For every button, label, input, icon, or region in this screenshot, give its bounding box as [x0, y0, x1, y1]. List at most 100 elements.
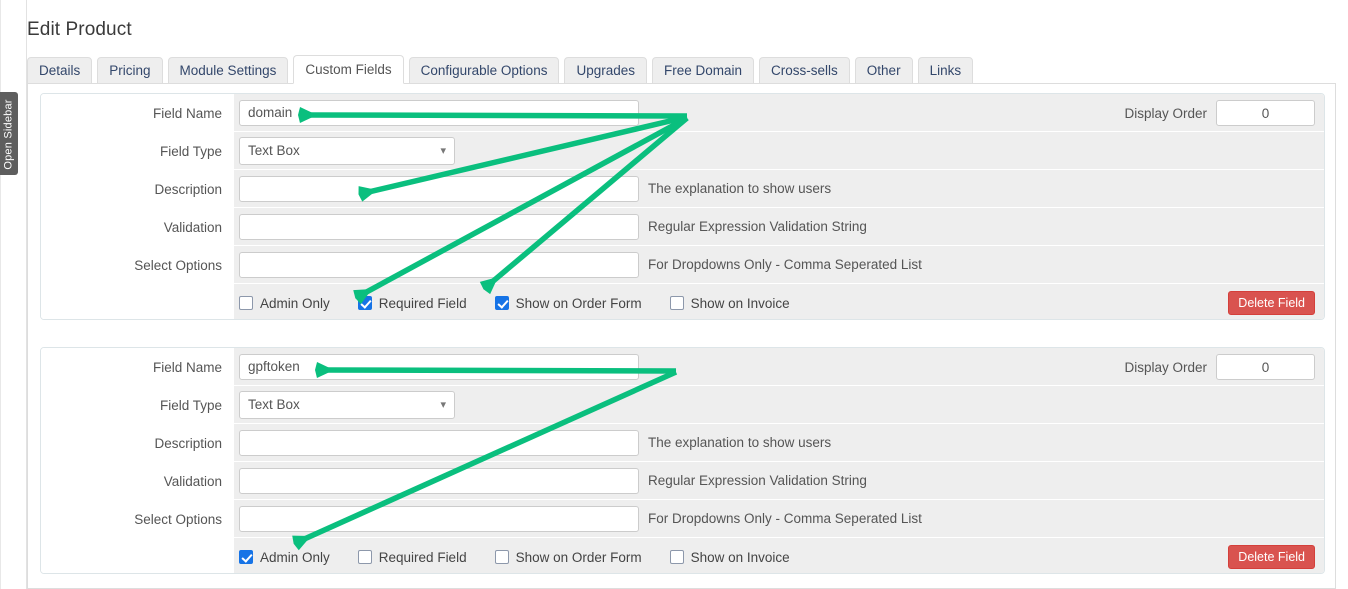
tab-custom-fields[interactable]: Custom Fields [293, 55, 404, 84]
page-root: Open Sidebar Edit Product Details Pricing… [0, 0, 1348, 589]
delete-field-button[interactable]: Delete Field [1228, 291, 1315, 315]
custom-field-panel: Field Name Display Order Field Type Text… [40, 93, 1325, 320]
checkbox-admin-only-box[interactable] [239, 550, 253, 564]
validation-input[interactable] [239, 467, 639, 494]
field-row-select-options: Select Options For Dropdowns Only - Comm… [41, 500, 1324, 538]
field-row-validation: Validation Regular Expression Validation… [41, 208, 1324, 246]
field-type-select[interactable]: Text Box ▾ [239, 390, 455, 419]
display-order-group: Display Order [1124, 348, 1315, 386]
checkbox-show-on-order-form-label: Show on Order Form [515, 295, 642, 311]
custom-field-panel: Field Name Display Order Field Type Text… [40, 347, 1325, 574]
checkbox-show-on-order-form[interactable]: Show on Order Form [494, 295, 642, 311]
field-row-options: Admin Only Required Field Show on Order … [41, 538, 1324, 573]
checkbox-group: Admin Only Required Field Show on Order … [239, 296, 818, 311]
field-name-input[interactable] [239, 353, 639, 380]
tab-configurable-options[interactable]: Configurable Options [408, 57, 560, 84]
display-order-group: Display Order [1124, 94, 1315, 132]
field-row-field-name: Field Name Display Order [41, 94, 1324, 132]
label-display-order: Display Order [1124, 105, 1207, 121]
description-input[interactable] [239, 429, 639, 456]
checkbox-admin-only[interactable]: Admin Only [239, 296, 330, 311]
tab-pricing[interactable]: Pricing [97, 57, 163, 84]
checkbox-admin-only[interactable]: Admin Only [239, 550, 330, 565]
options-row-spacer [41, 538, 234, 573]
select-options-input[interactable] [239, 505, 639, 532]
hint-validation: Regular Expression Validation String [648, 473, 867, 488]
checkbox-admin-only-box[interactable] [239, 296, 253, 310]
label-validation: Validation [41, 462, 234, 500]
checkbox-show-on-invoice[interactable]: Show on Invoice [669, 549, 790, 565]
checkbox-show-on-order-form-box[interactable] [494, 550, 509, 564]
label-select-options: Select Options [41, 500, 234, 538]
display-order-input[interactable] [1216, 354, 1315, 380]
checkbox-show-on-order-form-box[interactable] [494, 296, 509, 310]
chevron-down-icon: ▾ [440, 145, 446, 157]
field-cell-description: The explanation to show users [234, 424, 1324, 462]
field-cell-select-options: For Dropdowns Only - Comma Seperated Lis… [234, 500, 1324, 538]
validation-input[interactable] [239, 213, 639, 240]
checkbox-show-on-invoice-label: Show on Invoice [690, 295, 790, 311]
field-cell-field-name: Display Order [234, 94, 1324, 132]
field-row-options: Admin Only Required Field Show on Order … [41, 284, 1324, 319]
field-row-field-type: Field Type Text Box ▾ [41, 132, 1324, 170]
field-row-validation: Validation Regular Expression Validation… [41, 462, 1324, 500]
checkbox-show-on-invoice-box[interactable] [669, 296, 684, 310]
chevron-down-icon: ▾ [440, 399, 446, 411]
field-cell-validation: Regular Expression Validation String [234, 208, 1324, 246]
label-description: Description [41, 424, 234, 462]
field-cell-validation: Regular Expression Validation String [234, 462, 1324, 500]
field-cell-field-type: Text Box ▾ [234, 132, 1324, 170]
field-row-field-name: Field Name Display Order [41, 348, 1324, 386]
label-field-type: Field Type [41, 386, 234, 424]
tab-cross-sells[interactable]: Cross-sells [759, 57, 850, 84]
hint-validation: Regular Expression Validation String [648, 219, 867, 234]
checkbox-required-field[interactable]: Required Field [357, 549, 467, 565]
field-cell-field-name: Display Order [234, 348, 1324, 386]
tab-other[interactable]: Other [854, 57, 913, 84]
label-field-name: Field Name [41, 94, 234, 132]
tab-details[interactable]: Details [27, 57, 93, 84]
checkbox-show-on-invoice-label: Show on Invoice [690, 549, 790, 565]
field-row-description: Description The explanation to show user… [41, 424, 1324, 462]
select-options-input[interactable] [239, 251, 639, 278]
delete-field-button[interactable]: Delete Field [1228, 545, 1315, 569]
tab-module-settings[interactable]: Module Settings [167, 57, 289, 84]
label-description: Description [41, 170, 234, 208]
display-order-input[interactable] [1216, 100, 1315, 126]
label-field-type: Field Type [41, 132, 234, 170]
checkbox-required-field[interactable]: Required Field [357, 295, 467, 311]
viewport-edge-rail [0, 0, 1, 589]
hint-select-options: For Dropdowns Only - Comma Seperated Lis… [648, 257, 922, 272]
checkbox-required-field-box[interactable] [357, 296, 372, 310]
options-row-spacer [41, 284, 234, 319]
checkbox-show-on-invoice[interactable]: Show on Invoice [669, 295, 790, 311]
checkbox-required-field-label: Required Field [378, 295, 467, 311]
tab-free-domain[interactable]: Free Domain [652, 57, 755, 84]
label-validation: Validation [41, 208, 234, 246]
checkbox-admin-only-label: Admin Only [260, 295, 330, 311]
field-cell-description: The explanation to show users [234, 170, 1324, 208]
checkbox-show-on-order-form[interactable]: Show on Order Form [494, 549, 642, 565]
open-sidebar-toggle[interactable]: Open Sidebar [0, 92, 18, 175]
field-type-select[interactable]: Text Box ▾ [239, 136, 455, 165]
description-input[interactable] [239, 175, 639, 202]
checkbox-admin-only-label: Admin Only [260, 549, 330, 565]
field-cell-select-options: For Dropdowns Only - Comma Seperated Lis… [234, 246, 1324, 284]
tab-upgrades[interactable]: Upgrades [564, 57, 647, 84]
checkbox-show-on-invoice-box[interactable] [669, 550, 684, 564]
label-select-options: Select Options [41, 246, 234, 284]
checkbox-required-field-box[interactable] [357, 550, 372, 564]
tab-links[interactable]: Links [917, 57, 974, 84]
hint-description: The explanation to show users [648, 181, 832, 196]
options-cell: Admin Only Required Field Show on Order … [234, 538, 1324, 573]
field-row-field-type: Field Type Text Box ▾ [41, 386, 1324, 424]
field-name-input[interactable] [239, 99, 639, 126]
tab-bar: Details Pricing Module Settings Custom Fiel… [27, 55, 978, 84]
field-type-value: Text Box [248, 143, 300, 158]
options-cell: Admin Only Required Field Show on Order … [234, 284, 1324, 319]
checkbox-required-field-label: Required Field [378, 549, 467, 565]
field-row-description: Description The explanation to show user… [41, 170, 1324, 208]
tab-content-panel: Field Name Display Order Field Type Text… [27, 84, 1336, 589]
checkbox-show-on-order-form-label: Show on Order Form [515, 549, 642, 565]
label-field-name: Field Name [41, 348, 234, 386]
